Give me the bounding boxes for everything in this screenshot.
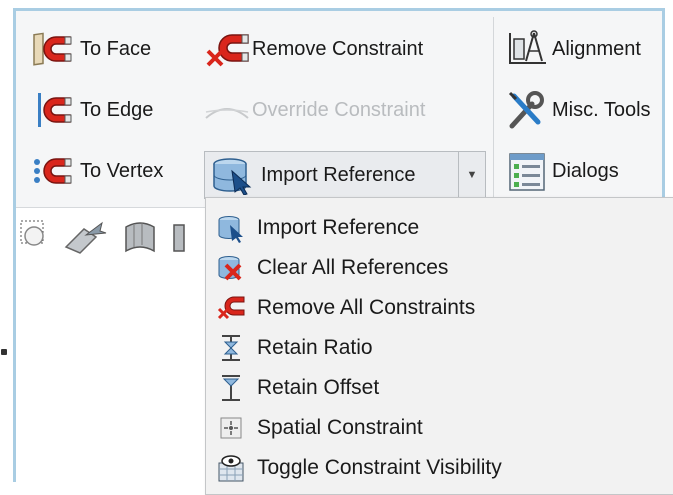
dialogs-button[interactable]: Dialogs xyxy=(502,151,619,191)
menu-item-label: Retain Offset xyxy=(257,376,380,399)
menu-item-retain-offset[interactable]: Retain Offset xyxy=(206,368,673,408)
alignment-label: Alignment xyxy=(552,37,641,60)
marker-dot xyxy=(1,349,7,355)
import-reference-label: Import Reference xyxy=(261,163,416,186)
menu-item-label: Spatial Constraint xyxy=(257,416,423,439)
ribbon-separator xyxy=(493,17,494,201)
retain-ratio-icon xyxy=(211,330,251,366)
dropdown-arrow-icon[interactable]: ▼ xyxy=(458,152,485,198)
menu-item-import-reference[interactable]: Import Reference xyxy=(206,208,673,248)
menu-item-spatial-constraint[interactable]: Spatial Constraint xyxy=(206,408,673,448)
cylinder-face-icon[interactable] xyxy=(120,217,160,262)
menu-item-retain-ratio[interactable]: Retain Ratio xyxy=(206,328,673,368)
menu-item-label: Toggle Constraint Visibility xyxy=(257,456,502,479)
selection-circle-icon[interactable] xyxy=(20,220,50,259)
import-reference-icon xyxy=(211,210,251,246)
import-reference-split-button[interactable]: Import Reference ▼ xyxy=(204,151,486,199)
remove-constraint-button[interactable]: Remove Constraint xyxy=(202,29,423,69)
menu-item-label: Retain Ratio xyxy=(257,336,373,359)
magnet-edge-icon xyxy=(30,90,80,130)
clear-references-icon xyxy=(211,250,251,286)
window-frame: To Face To Edge To Vertex Remove Constra… xyxy=(13,8,673,495)
import-reference-icon xyxy=(205,152,261,198)
to-vertex-button[interactable]: To Vertex xyxy=(30,151,163,191)
alignment-button[interactable]: Alignment xyxy=(502,29,641,69)
remove-constraint-icon xyxy=(202,29,252,69)
import-reference-dropdown-menu: Import Reference Clear All References Remo… xyxy=(205,197,673,495)
menu-item-toggle-visibility[interactable]: Toggle Constraint Visibility xyxy=(206,448,673,488)
menu-item-label: Clear All References xyxy=(257,256,449,279)
menu-item-clear-references[interactable]: Clear All References xyxy=(206,248,673,288)
magnet-vertex-icon xyxy=(30,151,80,191)
dialogs-icon xyxy=(502,151,552,191)
menu-item-label: Import Reference xyxy=(257,216,420,239)
to-face-label: To Face xyxy=(80,37,152,60)
retain-offset-icon xyxy=(211,370,251,406)
cylinder-arrow-icon[interactable] xyxy=(62,217,108,262)
alignment-icon xyxy=(502,29,552,69)
to-edge-button[interactable]: To Edge xyxy=(30,90,153,130)
menu-item-label: Remove All Constraints xyxy=(257,296,476,319)
magnet-face-icon xyxy=(30,29,80,69)
misc-tools-button[interactable]: Misc. Tools xyxy=(502,90,651,130)
secondary-toolbar xyxy=(20,217,186,262)
override-constraint-label: Override Constraint xyxy=(252,98,426,121)
override-constraint-icon xyxy=(202,90,252,130)
menu-item-remove-constraints[interactable]: Remove All Constraints xyxy=(206,288,673,328)
misc-tools-label: Misc. Tools xyxy=(552,98,651,121)
spatial-constraint-icon xyxy=(211,410,251,446)
shape-edge-icon[interactable] xyxy=(172,217,186,262)
to-vertex-label: To Vertex xyxy=(80,159,164,182)
ribbon: To Face To Edge To Vertex Remove Constra… xyxy=(16,11,662,208)
import-reference-button[interactable]: Import Reference xyxy=(205,152,458,198)
toggle-visibility-icon xyxy=(211,450,251,486)
to-edge-label: To Edge xyxy=(80,98,154,121)
remove-constraints-icon xyxy=(211,290,251,326)
wrench-screwdriver-icon xyxy=(502,90,552,130)
dialogs-label: Dialogs xyxy=(552,159,619,182)
override-constraint-button[interactable]: Override Constraint xyxy=(202,90,425,130)
to-face-button[interactable]: To Face xyxy=(30,29,151,69)
remove-constraint-label: Remove Constraint xyxy=(252,37,424,60)
